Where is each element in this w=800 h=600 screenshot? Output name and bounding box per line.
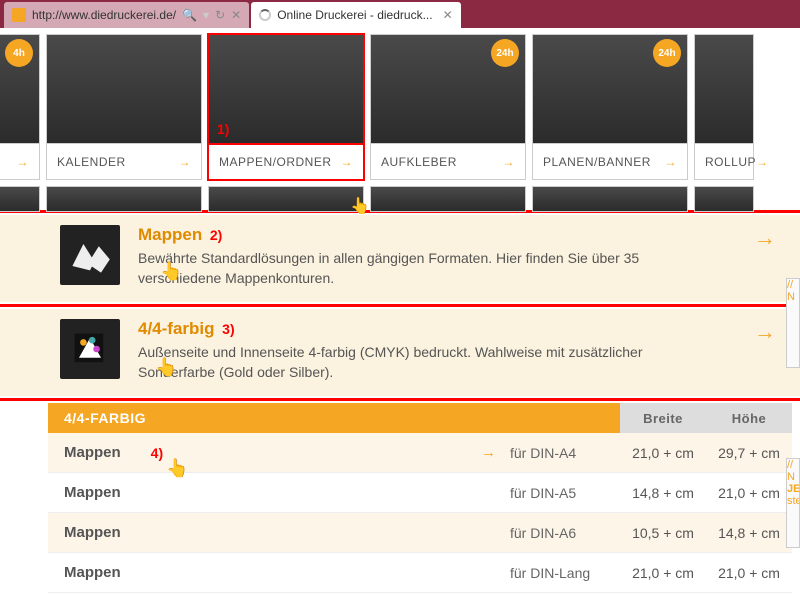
category-label: ROLLUP→: [694, 144, 754, 180]
arrow-right-icon: →: [754, 319, 776, 345]
badge-24h-icon: 24h: [491, 39, 519, 67]
arrow-right-icon: →: [341, 155, 354, 169]
category-planen-banner[interactable]: 24h PLANEN/BANNER→: [532, 34, 688, 180]
arrow-right-icon: →: [179, 155, 192, 169]
annotation-2: 2): [210, 227, 222, 243]
row-hoehe: 29,7 + cm: [706, 445, 792, 461]
row-format: für DIN-A4: [510, 445, 620, 461]
list-item-4-4-farbig[interactable]: 4/4-farbig 3) Außenseite und Innenseite …: [0, 309, 800, 396]
browser-tab-bar: http://www.diedruckerei.de/ 🔍 ▾ ↻ ✕ Onli…: [0, 0, 800, 28]
favicon-icon: [12, 8, 26, 22]
close-tab-icon[interactable]: ✕: [443, 8, 453, 22]
category-image: 24h: [370, 34, 526, 144]
row-name: Mappen: [64, 484, 121, 501]
table-row[interactable]: Mappen für DIN-A610,5 + cm14,8 + cm: [48, 513, 792, 553]
row-hoehe: 21,0 + cm: [706, 565, 792, 581]
address-tab[interactable]: http://www.diedruckerei.de/ 🔍 ▾ ↻ ✕: [4, 2, 249, 28]
arrow-right-icon: →: [481, 444, 496, 461]
badge-24h-icon: 4h: [5, 39, 33, 67]
category-image: 4h: [0, 34, 40, 144]
arrow-right-icon: →: [756, 155, 769, 169]
row-breite: 14,8 + cm: [620, 485, 706, 501]
thumb-icon: [60, 225, 120, 285]
list-item-mappen[interactable]: Mappen 2) Bewährte Standardlösungen in a…: [0, 215, 800, 302]
row-name: Mappen: [64, 444, 121, 461]
row-format: für DIN-A6: [510, 525, 620, 541]
category-image: [46, 34, 202, 144]
category-row: 4h RUCK→KALENDER→ 1) MAPPEN/ORDNER→ 24h AUFKL…: [0, 28, 800, 180]
col-breite: Breite: [620, 403, 706, 433]
category-image: 1): [208, 34, 364, 144]
col-hoehe: Höhe: [706, 403, 792, 433]
thumb-icon: [60, 319, 120, 379]
address-url: http://www.diedruckerei.de/: [32, 8, 176, 22]
table-header: 4/4-FARBIG Breite Höhe: [48, 403, 792, 433]
table-row[interactable]: Mappen4)👆→für DIN-A421,0 + cm29,7 + cm: [48, 433, 792, 473]
row-breite: 10,5 + cm: [620, 525, 706, 541]
category-image: [694, 34, 754, 144]
row-format: für DIN-A5: [510, 485, 620, 501]
category-ruck[interactable]: 4h RUCK→: [0, 34, 40, 180]
row-breite: 21,0 + cm: [620, 565, 706, 581]
right-sidebar: // N // N JE ste: [788, 228, 800, 598]
category-label: MAPPEN/ORDNER→: [208, 144, 364, 180]
arrow-right-icon: →: [665, 155, 678, 169]
category-mappen-ordner[interactable]: 1) MAPPEN/ORDNER→: [208, 34, 364, 180]
category-label: KALENDER→: [46, 144, 202, 180]
category-aufkleber[interactable]: 24h AUFKLEBER→: [370, 34, 526, 180]
list-item-title: Mappen: [138, 225, 202, 245]
annotation-4: 4): [151, 445, 163, 461]
row-name: Mappen: [64, 524, 121, 541]
annotation-3: 3): [222, 321, 234, 337]
row-hoehe: 21,0 + cm: [706, 485, 792, 501]
search-icon[interactable]: 🔍: [182, 8, 197, 22]
page-tab-title: Online Druckerei - diedruck...: [277, 8, 432, 22]
stop-icon[interactable]: ✕: [231, 8, 241, 22]
page-tab[interactable]: Online Druckerei - diedruck... ✕: [251, 2, 460, 28]
subcategory-list: Mappen 2) Bewährte Standardlösungen in a…: [0, 210, 800, 401]
badge-24h-icon: 24h: [653, 39, 681, 67]
category-label: AUFKLEBER→: [370, 144, 526, 180]
row-format: für DIN-Lang: [510, 565, 620, 581]
divider: [0, 304, 800, 307]
list-item-title: 4/4-farbig: [138, 319, 215, 339]
category-image: 24h: [532, 34, 688, 144]
table-row[interactable]: Mappen für DIN-A514,8 + cm21,0 + cm: [48, 473, 792, 513]
category-rollup[interactable]: ROLLUP→: [694, 34, 754, 180]
table-row[interactable]: Mappenfür DIN-Lang21,0 + cm21,0 + cm: [48, 553, 792, 593]
annotation-1: 1): [217, 121, 229, 137]
arrow-right-icon: →: [17, 155, 30, 169]
category-kalender[interactable]: KALENDER→: [46, 34, 202, 180]
divider: [0, 398, 800, 401]
row-name: Mappen: [64, 564, 121, 581]
list-item-desc: Bewährte Standardlösungen in allen gängi…: [138, 249, 698, 288]
category-label: RUCK→: [0, 144, 40, 180]
list-item-desc: Außenseite und Innenseite 4-farbig (CMYK…: [138, 343, 698, 382]
refresh-icon[interactable]: ↻: [215, 8, 225, 22]
category-label: PLANEN/BANNER→: [532, 144, 688, 180]
loading-spinner-icon: [259, 9, 271, 21]
product-table: 4/4-FARBIG Breite Höhe Mappen4)👆→für DIN…: [0, 403, 800, 593]
arrow-right-icon: →: [754, 225, 776, 251]
row-breite: 21,0 + cm: [620, 445, 706, 461]
table-header-title: 4/4-FARBIG: [64, 410, 146, 426]
row-hoehe: 14,8 + cm: [706, 525, 792, 541]
arrow-right-icon: →: [503, 155, 516, 169]
category-row-peek: [0, 180, 800, 212]
